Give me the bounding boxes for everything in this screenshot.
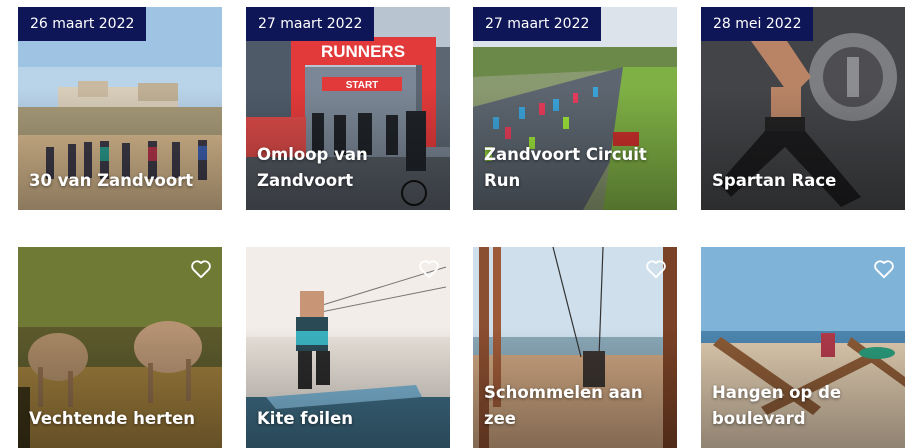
card-kite-foilen[interactable]: Kite foilen: [246, 247, 450, 448]
date-badge: 26 maart 2022: [18, 7, 147, 41]
card-title[interactable]: Vechtende herten: [29, 406, 214, 432]
activity-grid: 26 maart 2022 30 van Zandvoort RUNNERS S…: [0, 0, 908, 448]
card-title[interactable]: Hangen op de boulevard: [712, 380, 897, 432]
card-title[interactable]: Omloop van Zandvoort: [257, 142, 442, 194]
card-vechtende-herten[interactable]: Vechtende herten: [18, 247, 222, 448]
card-schommelen-aan-zee[interactable]: Schommelen aan zee: [473, 247, 677, 448]
runners-banner: RUNNERS: [321, 42, 405, 61]
date-badge: 28 mei 2022: [701, 7, 814, 41]
card-title[interactable]: Spartan Race: [712, 168, 897, 194]
card-30-van-zandvoort[interactable]: 26 maart 2022 30 van Zandvoort: [18, 7, 222, 210]
card-title[interactable]: Kite foilen: [257, 406, 442, 432]
heart-outline-icon[interactable]: [873, 259, 895, 279]
card-hangen-op-de-boulevard[interactable]: Hangen op de boulevard: [701, 247, 905, 448]
card-title[interactable]: Schommelen aan zee: [484, 380, 669, 432]
card-omloop-van-zandvoort[interactable]: RUNNERS START 27 maart 2022 Omloop van Z…: [246, 7, 450, 210]
heart-outline-icon[interactable]: [418, 259, 440, 279]
card-title[interactable]: Zandvoort Circuit Run: [484, 142, 669, 194]
date-badge: 27 maart 2022: [246, 7, 375, 41]
heart-outline-icon[interactable]: [645, 259, 667, 279]
card-title[interactable]: 30 van Zandvoort: [29, 168, 214, 194]
card-zandvoort-circuit-run[interactable]: 27 maart 2022 Zandvoort Circuit Run: [473, 7, 677, 210]
heart-outline-icon[interactable]: [190, 259, 212, 279]
date-badge: 27 maart 2022: [473, 7, 602, 41]
card-spartan-race[interactable]: 28 mei 2022 Spartan Race: [701, 7, 905, 210]
